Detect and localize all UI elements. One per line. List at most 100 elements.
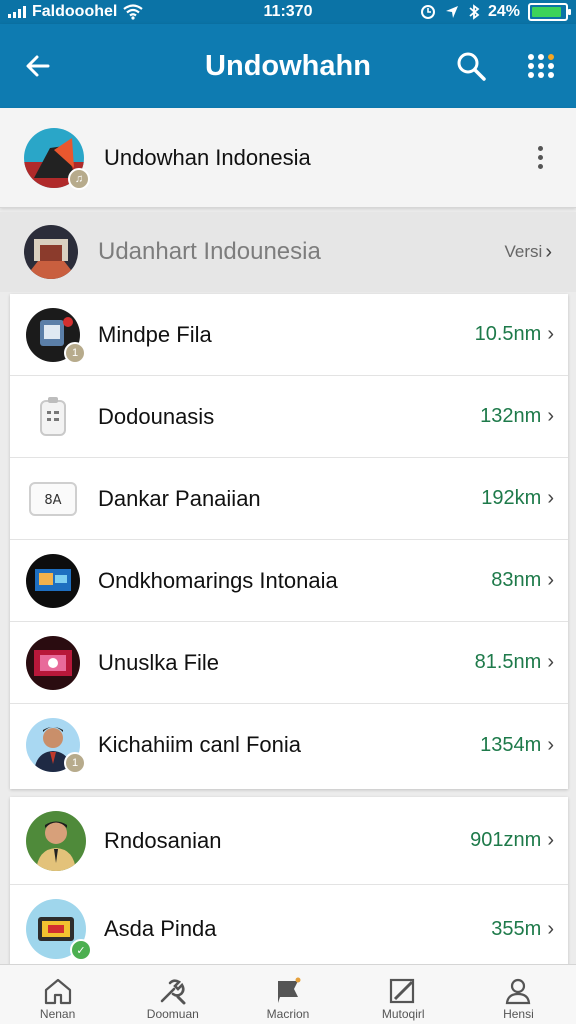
nav-label: Mutoqirl [381,1007,425,1021]
list-item[interactable]: Ondkhomarings Intonaia 83nm › [10,540,568,622]
back-button[interactable] [0,24,76,108]
battery-level [532,7,561,17]
avatar-badge-icon: 1 [64,752,86,774]
list-item-label: Dankar Panaiian [98,485,261,511]
battery-icon [528,3,571,21]
list-item-value: 192km › [481,487,554,510]
avatar-badge-icon: ✓ [70,939,92,961]
app-bar: Undowhahn [0,24,576,108]
more-button[interactable] [506,24,576,108]
list-item-label: Rndosanian [104,827,222,853]
bluetooth-icon [469,4,480,20]
nav-edit[interactable]: Mutoqirl [346,965,461,1024]
nav-profile[interactable]: Hensi [461,965,576,1024]
list-item-size: 132nm [480,405,542,427]
list-item-value: 10.5nm › [475,323,554,346]
chevron-right-icon: › [547,323,554,345]
list-item-value: 901znm › [470,829,554,852]
list-item-size: 1354m [480,733,542,756]
nav-home[interactable]: Nenan [0,965,115,1024]
chevron-right-icon: › [547,651,554,673]
version-link-label: Versi [504,242,543,261]
list-item-value: 355m › [491,918,554,941]
chevron-right-icon: › [547,917,554,940]
search-icon [457,52,486,81]
list-item-label: Kichahiim canl Fonia [98,732,301,757]
file-list: 1 Mindpe Fila 10.5nm › Dodounasis 132nm … [10,294,568,789]
nav-label: Nenan [39,1007,76,1021]
profile-name: Undowhan Indonesia [104,144,311,170]
screen-avatar [26,553,80,608]
nav-label: Macrion [266,1007,310,1021]
list-item-size: 83nm [491,569,542,591]
video-avatar-image [26,635,80,690]
avatar-badge-icon: ♫ [68,167,90,190]
list-item[interactable]: Unuslka File 81.5nm › [10,622,568,704]
list-item-value: 1354m › [480,734,554,757]
device-icon [26,390,80,444]
edit-icon [390,978,415,1004]
wifi-icon [123,4,144,20]
version-row[interactable]: Udanhart Indounesia Versi › [0,212,576,292]
battery-percent: 24% [487,3,520,20]
list-item-value: 81.5nm › [475,651,554,674]
status-right: 24% [420,3,571,21]
list-item-value: 83nm › [491,569,554,592]
list-item-value: 132nm › [480,405,554,428]
list-item-label: Unuslka File [98,649,220,675]
list-item-label: Ondkhomarings Intonaia [98,567,338,593]
profile-header[interactable]: ♫ Undowhan Indonesia [0,108,576,208]
bottom-nav: Nenan Doomuan Macrion Mutoqirl Hensi [0,964,576,1024]
list-item[interactable]: ✓ Asda Pinda 355m › [10,885,568,973]
list-item[interactable]: 1 Kichahiim canl Fonia 1354m › [10,704,568,786]
more-dots-icon [528,54,554,78]
back-arrow-icon [26,55,50,77]
chevron-right-icon: › [545,240,552,263]
search-button[interactable] [436,24,506,108]
list-item-label: Asda Pinda [104,916,217,941]
file-avatar: 1 [26,307,86,364]
list-item[interactable]: 8A Dankar Panaiian 192km › [10,458,568,540]
chevron-right-icon: › [547,487,554,509]
file-list-secondary: Rndosanian 901znm › ✓ Asda Pinda 355m › [10,797,568,967]
version-link[interactable]: Versi › [505,241,552,264]
person-avatar: 1 [26,718,86,774]
chevron-right-icon: › [547,733,554,756]
app-bar-actions [436,24,576,108]
nav-label: Hensi [503,1007,534,1021]
more-vert-icon[interactable] [528,146,552,169]
list-item-size: 355m [491,917,542,940]
list-item-size: 10.5nm [474,323,542,345]
list-item-label: Mindpe Fila [98,321,212,347]
chevron-right-icon: › [547,569,554,591]
person-avatar [26,810,86,871]
status-bar: Faldooohel 11:370 24% [0,0,576,24]
app-avatar: ✓ [26,899,92,961]
version-title: Udanhart Indounesia [98,238,321,265]
list-item-size: 901znm [470,829,542,851]
signal-icon [8,6,26,18]
avatar-badge-icon: 1 [64,341,86,364]
location-icon [445,6,458,18]
chevron-right-icon: › [547,829,554,851]
profile-avatar: ♫ [24,127,90,190]
flag-icon [278,977,301,1003]
list-item[interactable]: 1 Mindpe Fila 10.5nm › [10,294,568,376]
profile-icon [506,978,531,1005]
alarm-icon [420,5,435,19]
video-avatar [26,635,80,690]
list-item-size: 81.5nm [474,651,542,673]
nav-label: Doomuan [146,1007,199,1021]
status-left: Faldooohel [8,3,208,21]
keyboard-icon: 8A [26,472,80,526]
version-avatar-image [24,225,78,279]
list-item-label: Dodounasis [98,403,215,429]
tools-icon [160,979,186,1005]
home-icon [44,978,71,1005]
nav-tools[interactable]: Doomuan [115,965,230,1024]
chevron-right-icon: › [547,405,554,427]
nav-flag[interactable]: Macrion [230,965,345,1024]
screen-avatar-image [26,553,80,608]
list-item[interactable]: Rndosanian 901znm › [10,797,568,885]
list-item[interactable]: Dodounasis 132nm › [10,376,568,458]
